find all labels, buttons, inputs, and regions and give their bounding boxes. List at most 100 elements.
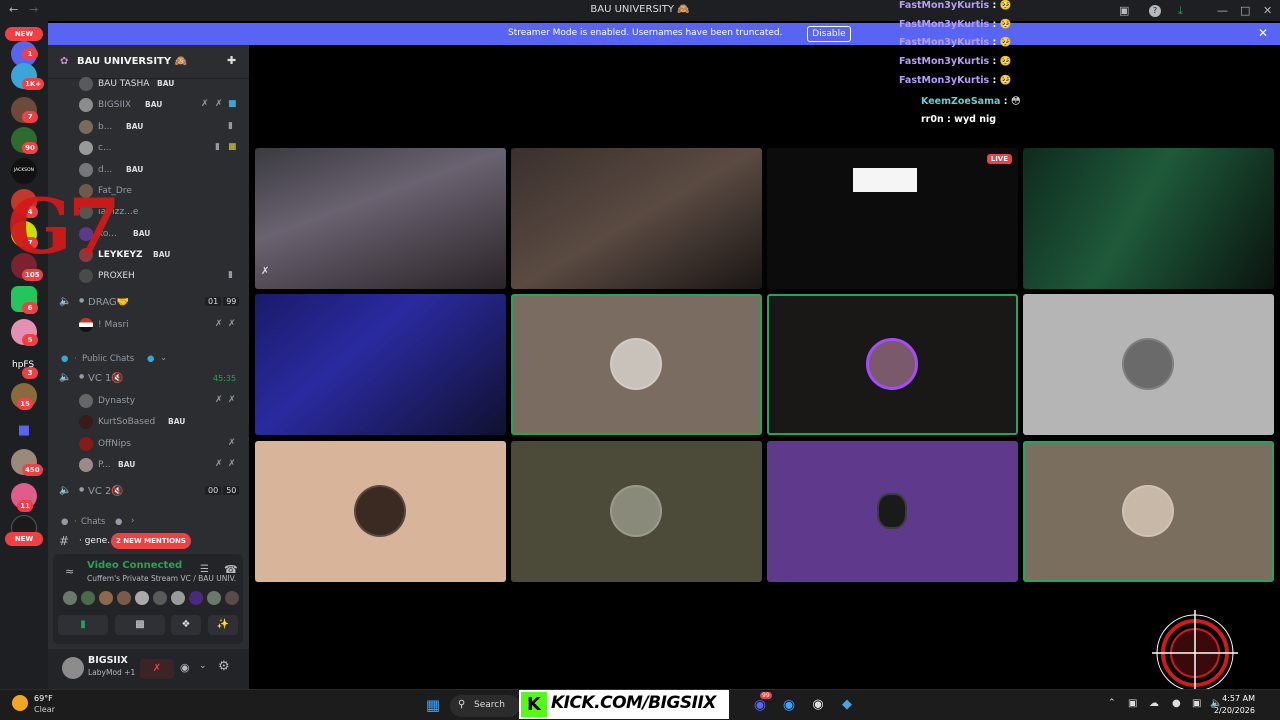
maximize-icon[interactable]: □: [1240, 4, 1250, 17]
windows-start-icon[interactable]: ▦: [424, 696, 442, 714]
muted-icon: ✗: [215, 319, 223, 329]
chat-separator: :: [989, 0, 1000, 11]
category-chats[interactable]: ● · Chats ● ›: [48, 515, 249, 531]
server-icon[interactable]: JACKSON: [11, 158, 37, 184]
weather-temperature[interactable]: 69°F: [34, 694, 53, 703]
avatar[interactable]: [189, 591, 203, 605]
category-public-chats[interactable]: ● · Public Chats ● ⌄: [48, 352, 249, 368]
download-icon[interactable]: ⤓: [1178, 4, 1183, 18]
new-mentions-pill[interactable]: 2 NEW MENTIONS: [111, 533, 191, 549]
minimize-icon[interactable]: —: [1217, 4, 1228, 17]
edge-icon[interactable]: ◉: [780, 696, 798, 714]
member-name: ! Masri: [98, 320, 129, 330]
chevron-down-icon[interactable]: ⌄: [199, 661, 207, 671]
folder-icon[interactable]: ■: [11, 418, 37, 444]
avatar[interactable]: [117, 591, 131, 605]
voice-channel-path[interactable]: Cuffem's Private Stream VC / BAU UNIV...: [87, 574, 237, 583]
disable-streamer-mode-button[interactable]: Disable: [807, 26, 851, 42]
text-channel-general[interactable]: # · gene... 2 NEW MENTIONS: [48, 532, 249, 552]
help-icon[interactable]: ?: [1149, 5, 1161, 17]
activity-icon: ■: [228, 99, 237, 109]
voice-member[interactable]: BAU TASHA BAU: [48, 74, 249, 94]
video-tile[interactable]: [511, 441, 762, 582]
globe-icon: ●: [61, 354, 69, 364]
voice-member[interactable]: d... BAU: [48, 160, 249, 180]
chat-username: FastMon3yKurtis: [899, 56, 990, 68]
voice-member[interactable]: b... BAU ▮: [48, 117, 249, 137]
weather-icon[interactable]: [12, 695, 28, 711]
voice-channel-vc2[interactable]: 🔈 ● VC 2🔇 00 50: [48, 482, 249, 502]
avatar[interactable]: [63, 591, 77, 605]
new-unreads-pill[interactable]: NEW: [5, 532, 43, 546]
share-screen-button[interactable]: ▩: [115, 615, 165, 635]
voice-channel-vc1[interactable]: 🔈 ● VC 1🔇 45:35: [48, 369, 249, 389]
voice-member[interactable]: BIGSIIX BAU ✗ ✗ ■: [48, 95, 249, 115]
clock-time[interactable]: 4:57 AM: [1222, 694, 1255, 703]
avatar: [1122, 485, 1174, 537]
video-tile[interactable]: LIVE: [767, 148, 1018, 289]
unread-badge: 7: [22, 111, 38, 123]
disconnect-icon[interactable]: ☎: [224, 563, 238, 576]
video-tile[interactable]: [1023, 148, 1274, 289]
member-name: Dynasty: [98, 396, 136, 406]
microphone-icon[interactable]: ●: [1172, 698, 1181, 709]
video-tile-speaking[interactable]: [511, 294, 762, 435]
taskbar-search[interactable]: ⚲ Search: [450, 695, 520, 717]
voice-member[interactable]: ! Masri ✗ ✗: [48, 315, 249, 335]
avatar: [354, 485, 406, 537]
app-icon[interactable]: ◆: [838, 696, 856, 714]
mute-microphone-button[interactable]: ✗: [140, 659, 174, 679]
avatar: [79, 437, 93, 451]
gear-icon[interactable]: ⚙: [218, 659, 230, 674]
video-tile[interactable]: [255, 441, 506, 582]
signal-icon[interactable]: ≈: [65, 565, 74, 578]
new-unreads-pill[interactable]: NEW: [5, 27, 43, 41]
avatar[interactable]: [99, 591, 113, 605]
inbox-icon[interactable]: ▣: [1119, 4, 1129, 17]
avatar: [79, 458, 93, 472]
avatar[interactable]: [225, 591, 239, 605]
avatar[interactable]: [62, 657, 84, 679]
avatar[interactable]: [81, 591, 95, 605]
voice-channel-drag[interactable]: 🔈 ● DRAG🤝 01 99: [48, 293, 249, 313]
speaker-icon: 🔈: [59, 485, 72, 496]
weather-description[interactable]: Clear: [34, 705, 55, 714]
user-name[interactable]: BIGSIIX: [88, 655, 128, 666]
app-icon[interactable]: ◉: [809, 696, 827, 714]
noise-suppression-icon[interactable]: ☰: [200, 564, 209, 575]
chevron-up-icon[interactable]: ⌃: [1108, 698, 1116, 708]
chat-message: FastMon3yKurtis : 🥺: [899, 75, 1011, 91]
chat-text: wyd nig: [954, 114, 997, 126]
headphones-icon[interactable]: ◉: [180, 661, 190, 674]
voice-member[interactable]: P... BAU ✗ ✗: [48, 455, 249, 475]
voice-member[interactable]: OffNips ✗: [48, 434, 249, 454]
video-tile-speaking[interactable]: [1023, 441, 1274, 582]
activities-button[interactable]: ❖: [171, 615, 201, 635]
avatar[interactable]: [171, 591, 185, 605]
avatar[interactable]: [153, 591, 167, 605]
cloud-icon[interactable]: ☁: [1149, 698, 1159, 709]
video-tile[interactable]: [511, 148, 762, 289]
close-icon[interactable]: ✕: [1258, 26, 1268, 40]
globe-icon: ●: [147, 354, 155, 364]
voice-member[interactable]: KurtSoBased BAU: [48, 412, 249, 432]
voice-member[interactable]: c... ▮ ■: [48, 138, 249, 158]
close-window-icon[interactable]: ✕: [1263, 4, 1272, 17]
soundboard-button[interactable]: ✨: [208, 615, 238, 635]
user-limit: 01 99: [203, 297, 240, 306]
network-icon[interactable]: ▣: [1192, 698, 1201, 709]
video-tile[interactable]: [255, 294, 506, 435]
video-tile[interactable]: [767, 441, 1018, 582]
camera-button[interactable]: ▮: [58, 615, 108, 635]
avatar: [79, 163, 93, 177]
video-tile[interactable]: [1023, 294, 1274, 435]
avatar[interactable]: [135, 591, 149, 605]
video-tile-speaking[interactable]: [767, 294, 1018, 435]
chat-username: FastMon3yKurtis: [899, 18, 990, 30]
tray-icon[interactable]: ▣: [1128, 698, 1137, 709]
clock-date[interactable]: 2/20/2026: [1214, 706, 1255, 715]
avatar[interactable]: [207, 591, 221, 605]
video-tile[interactable]: ✗: [255, 148, 506, 289]
voice-member[interactable]: Dynasty ✗ ✗: [48, 391, 249, 411]
add-user-icon[interactable]: ✚: [227, 54, 236, 67]
